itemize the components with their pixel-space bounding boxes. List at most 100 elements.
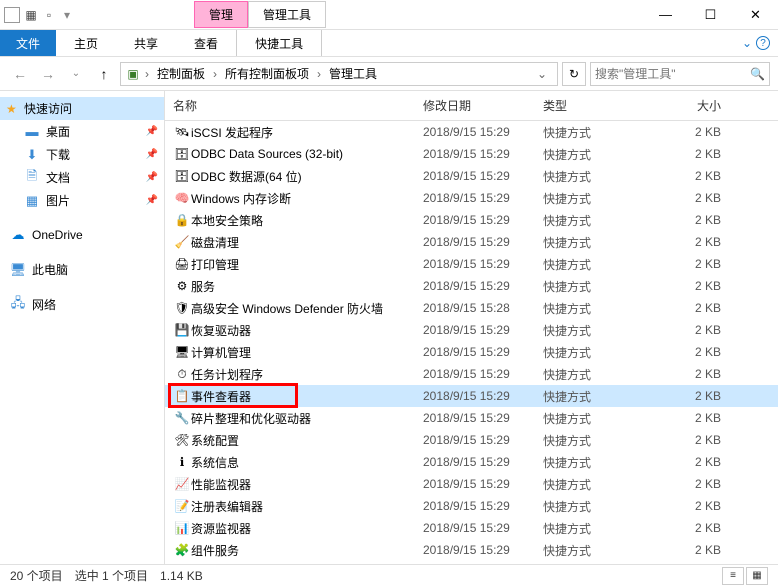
recent-dropdown[interactable]: ⌄ xyxy=(64,62,88,86)
ribbon-tab-admin-tools[interactable]: 管理工具 xyxy=(248,1,326,28)
file-row[interactable]: 📈性能监视器2018/9/15 15:29快捷方式2 KB xyxy=(165,473,778,495)
qat-newfolder-icon[interactable]: ▫ xyxy=(42,8,56,22)
file-row[interactable]: 🧹磁盘清理2018/9/15 15:29快捷方式2 KB xyxy=(165,231,778,253)
col-type[interactable]: 类型 xyxy=(543,97,663,114)
file-row[interactable]: 💾恢复驱动器2018/9/15 15:29快捷方式2 KB xyxy=(165,319,778,341)
crumb-2[interactable]: 所有控制面板项 xyxy=(221,65,313,82)
sidebar-network[interactable]: 🖧 网络 xyxy=(0,293,164,316)
file-type: 快捷方式 xyxy=(543,388,663,405)
file-list-pane: 名称 修改日期 类型 大小 🛰iSCSI 发起程序2018/9/15 15:29… xyxy=(165,91,778,565)
expand-ribbon-icon[interactable]: ⌄ xyxy=(742,36,752,50)
shortcut-icon: ⚙ xyxy=(173,278,191,294)
file-row[interactable]: 🔒本地安全策略2018/9/15 15:29快捷方式2 KB xyxy=(165,209,778,231)
sidebar-downloads[interactable]: ⬇ 下载 📌 xyxy=(0,143,164,166)
file-type: 快捷方式 xyxy=(543,278,663,295)
shortcut-icon: 📋 xyxy=(173,388,191,404)
sidebar-pictures[interactable]: ▦ 图片 📌 xyxy=(0,189,164,212)
file-name: ODBC 数据源(64 位) xyxy=(191,168,423,185)
status-size: 1.14 KB xyxy=(160,569,203,583)
chevron-right-icon[interactable]: › xyxy=(315,67,323,81)
ribbon-tab-manage[interactable]: 管理 xyxy=(194,1,248,28)
column-headers[interactable]: 名称 修改日期 类型 大小 xyxy=(165,91,778,121)
file-name: 计算机管理 xyxy=(191,344,423,361)
crumb-3[interactable]: 管理工具 xyxy=(325,65,381,82)
tab-shortcut-tools[interactable]: 快捷工具 xyxy=(236,30,322,56)
file-list[interactable]: 🛰iSCSI 发起程序2018/9/15 15:29快捷方式2 KB🗄ODBC … xyxy=(165,121,778,565)
file-type: 快捷方式 xyxy=(543,498,663,515)
sidebar-quick-access[interactable]: ★ 快速访问 xyxy=(0,97,164,120)
file-row[interactable]: 🛠系统配置2018/9/15 15:29快捷方式2 KB xyxy=(165,429,778,451)
downloads-icon: ⬇ xyxy=(24,147,40,163)
desktop-icon: ▬ xyxy=(24,124,40,140)
col-size[interactable]: 大小 xyxy=(663,97,733,114)
tab-share[interactable]: 共享 xyxy=(116,30,176,56)
file-menu[interactable]: 文件 xyxy=(0,30,56,56)
shortcut-icon: 📈 xyxy=(173,476,191,492)
sidebar-desktop[interactable]: ▬ 桌面 📌 xyxy=(0,120,164,143)
file-name: 服务 xyxy=(191,278,423,295)
view-details-button[interactable]: ≡ xyxy=(722,567,744,585)
sidebar-label: 下载 xyxy=(46,146,70,163)
file-row[interactable]: 🖥计算机管理2018/9/15 15:29快捷方式2 KB xyxy=(165,341,778,363)
file-date: 2018/9/15 15:29 xyxy=(423,345,543,359)
tab-view[interactable]: 查看 xyxy=(176,30,236,56)
file-row[interactable]: 🗄ODBC Data Sources (32-bit)2018/9/15 15:… xyxy=(165,143,778,165)
file-name: 系统信息 xyxy=(191,454,423,471)
col-date[interactable]: 修改日期 xyxy=(423,97,543,114)
file-size: 2 KB xyxy=(663,411,733,425)
qat-properties-icon[interactable]: ▦ xyxy=(24,8,38,22)
search-box[interactable]: 🔍 xyxy=(590,62,770,86)
star-icon: ★ xyxy=(6,102,17,116)
file-row[interactable]: 🛰iSCSI 发起程序2018/9/15 15:29快捷方式2 KB xyxy=(165,121,778,143)
address-bar-row: ← → ⌄ ↑ ▣ › 控制面板 › 所有控制面板项 › 管理工具 ⌄ ↻ 🔍 xyxy=(0,57,778,91)
up-button[interactable]: ↑ xyxy=(92,62,116,86)
file-row[interactable]: 🛡高级安全 Windows Defender 防火墙2018/9/15 15:2… xyxy=(165,297,778,319)
sidebar-onedrive[interactable]: ☁ OneDrive xyxy=(0,224,164,246)
file-row[interactable]: 🗄ODBC 数据源(64 位)2018/9/15 15:29快捷方式2 KB xyxy=(165,165,778,187)
col-name[interactable]: 名称 xyxy=(173,97,423,114)
file-name: 组件服务 xyxy=(191,542,423,559)
minimize-button[interactable]: — xyxy=(643,1,688,29)
help-icon[interactable]: ? xyxy=(756,36,770,50)
chevron-right-icon[interactable]: › xyxy=(211,67,219,81)
shortcut-icon: 🔧 xyxy=(173,410,191,426)
file-row[interactable]: 📋事件查看器2018/9/15 15:29快捷方式2 KB xyxy=(165,385,778,407)
file-name: 碎片整理和优化驱动器 xyxy=(191,410,423,427)
navigation-pane[interactable]: ★ 快速访问 ▬ 桌面 📌 ⬇ 下载 📌 🗎 文档 📌 ▦ 图片 📌 xyxy=(0,91,165,565)
maximize-button[interactable]: ☐ xyxy=(688,1,733,29)
file-row[interactable]: 🧠Windows 内存诊断2018/9/15 15:29快捷方式2 KB xyxy=(165,187,778,209)
file-type: 快捷方式 xyxy=(543,520,663,537)
shortcut-icon: 🧩 xyxy=(173,542,191,558)
file-size: 2 KB xyxy=(663,367,733,381)
sidebar-this-pc[interactable]: 🖥 此电脑 xyxy=(0,258,164,281)
pin-icon: 📌 xyxy=(146,195,158,206)
file-row[interactable]: 🧩组件服务2018/9/15 15:29快捷方式2 KB xyxy=(165,539,778,561)
file-row[interactable]: 🔧碎片整理和优化驱动器2018/9/15 15:29快捷方式2 KB xyxy=(165,407,778,429)
file-name: 系统配置 xyxy=(191,432,423,449)
sidebar-documents[interactable]: 🗎 文档 📌 xyxy=(0,166,164,189)
back-button[interactable]: ← xyxy=(8,62,32,86)
breadcrumb[interactable]: ▣ › 控制面板 › 所有控制面板项 › 管理工具 ⌄ xyxy=(120,62,558,86)
refresh-button[interactable]: ↻ xyxy=(562,62,586,86)
file-row[interactable]: 🖨打印管理2018/9/15 15:29快捷方式2 KB xyxy=(165,253,778,275)
view-icons-button[interactable]: ▦ xyxy=(746,567,768,585)
search-input[interactable] xyxy=(595,67,750,81)
file-row[interactable]: ⚙服务2018/9/15 15:29快捷方式2 KB xyxy=(165,275,778,297)
breadcrumb-dropdown[interactable]: ⌄ xyxy=(531,67,553,81)
file-row[interactable]: ℹ系统信息2018/9/15 15:29快捷方式2 KB xyxy=(165,451,778,473)
file-type: 快捷方式 xyxy=(543,366,663,383)
search-icon[interactable]: 🔍 xyxy=(750,67,765,81)
file-row[interactable]: ⏱任务计划程序2018/9/15 15:29快捷方式2 KB xyxy=(165,363,778,385)
control-panel-icon: ▣ xyxy=(125,66,141,82)
file-type: 快捷方式 xyxy=(543,322,663,339)
tab-home[interactable]: 主页 xyxy=(56,30,116,56)
sidebar-label: 快速访问 xyxy=(24,100,72,117)
close-button[interactable]: ✕ xyxy=(733,1,778,29)
file-size: 2 KB xyxy=(663,235,733,249)
file-row[interactable]: 📊资源监视器2018/9/15 15:29快捷方式2 KB xyxy=(165,517,778,539)
crumb-1[interactable]: 控制面板 xyxy=(153,65,209,82)
file-name: Windows 内存诊断 xyxy=(191,190,423,207)
qat-customize-icon[interactable]: ▾ xyxy=(60,8,74,22)
chevron-right-icon[interactable]: › xyxy=(143,67,151,81)
file-row[interactable]: 📝注册表编辑器2018/9/15 15:29快捷方式2 KB xyxy=(165,495,778,517)
